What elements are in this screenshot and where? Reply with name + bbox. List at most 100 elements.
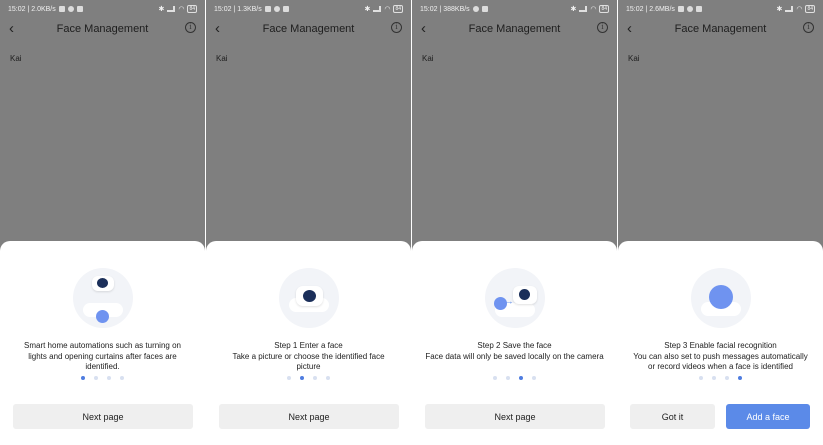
page-dot: [725, 376, 729, 380]
battery-icon: 84: [805, 5, 815, 13]
info-icon[interactable]: i: [185, 22, 196, 33]
page-dot-active: [81, 376, 85, 380]
alarm-icon: [677, 6, 684, 12]
instruction-text: Smart home automations such as turning o…: [10, 341, 195, 373]
camera-icon: [295, 286, 323, 306]
bluetooth-icon: ✱: [776, 6, 783, 13]
text-line: Step 2 Save the face: [477, 341, 552, 350]
status-time-speed: 15:02 | 2.6MB/s: [626, 5, 675, 13]
onboarding-sheet: Smart home automations such as turning o…: [0, 241, 205, 445]
camera-capture-illustration: [278, 268, 339, 328]
app-notification-icon: [472, 6, 479, 12]
screen-4: 15:02 | 2.6MB/s ✱ ◠ 84 ‹ Face Management i…: [618, 0, 823, 445]
camera-lens: [302, 290, 316, 302]
arrow-right-icon: →: [504, 296, 514, 306]
page-dot: [107, 376, 111, 380]
chevron-left-icon[interactable]: ‹: [627, 21, 632, 37]
instruction-text: Step 2 Save the face Face data will only…: [422, 341, 607, 362]
text-line: picture: [296, 362, 321, 371]
info-icon[interactable]: i: [597, 22, 608, 33]
text-line: lights and opening curtains after faces …: [28, 351, 177, 361]
page-dot: [712, 376, 716, 380]
page-indicator: [206, 376, 411, 380]
page-dot: [313, 376, 317, 380]
page-dot: [287, 376, 291, 380]
screen-2: 15:02 | 1.3KB/s ✱ ◠ 84 ‹ Face Management i…: [206, 0, 411, 445]
device-name: Kai: [628, 54, 640, 63]
page-dot: [120, 376, 124, 380]
text-line: Face data will only be saved locally on …: [425, 351, 604, 361]
screen-3: 15:02 | 388KB/s ✱ ◠ 84 ‹ Face Management i…: [412, 0, 617, 445]
page-indicator: [618, 376, 823, 380]
smiling-face-icon: [708, 285, 733, 309]
signal-icon: [373, 6, 382, 12]
info-icon[interactable]: i: [803, 22, 814, 33]
battery-icon: 84: [393, 5, 403, 13]
shield-icon: [481, 6, 488, 12]
device-name: Kai: [422, 54, 434, 63]
page-dot: [506, 376, 510, 380]
camera-with-face-illustration: [72, 268, 133, 328]
text-line: Take a picture or choose the identified …: [232, 351, 385, 361]
page-dot-active: [300, 376, 304, 380]
got-it-button[interactable]: Got it: [630, 404, 715, 429]
next-page-button[interactable]: Next page: [425, 404, 605, 429]
status-bar: 15:02 | 2.6MB/s ✱ ◠ 84: [618, 0, 823, 18]
app-notification-icon: [67, 6, 74, 12]
page-dot: [699, 376, 703, 380]
onboarding-sheet: → Step 2 Save the face Face data will on…: [412, 241, 617, 445]
wifi-icon: ◠: [384, 6, 391, 13]
camera-icon: [512, 286, 537, 304]
chevron-left-icon[interactable]: ‹: [9, 21, 14, 37]
alarm-icon: [264, 6, 271, 12]
status-bar: 15:02 | 1.3KB/s ✱ ◠ 84: [206, 0, 411, 18]
app-notification-icon: [273, 6, 280, 12]
camera-lens: [518, 289, 530, 300]
signal-icon: [167, 6, 176, 12]
text-line: You can also set to push messages automa…: [633, 351, 808, 361]
camera-lens: [96, 278, 108, 288]
next-page-button[interactable]: Next page: [219, 404, 399, 429]
bluetooth-icon: ✱: [570, 6, 577, 13]
page-dot: [326, 376, 330, 380]
page-title: Face Management: [674, 23, 767, 35]
onboarding-sheet: Step 3 Enable facial recognition You can…: [618, 241, 823, 445]
app-notification-icon: [686, 6, 693, 12]
smiling-face-icon: [95, 310, 109, 323]
face-to-camera-illustration: →: [484, 268, 545, 328]
add-face-button[interactable]: Add a face: [726, 404, 810, 429]
page-dot: [94, 376, 98, 380]
bluetooth-icon: ✱: [158, 6, 165, 13]
page-dot-active: [519, 376, 523, 380]
text-line: Step 1 Enter a face: [274, 341, 343, 350]
wifi-icon: ◠: [178, 6, 185, 13]
text-line: identified.: [85, 362, 120, 371]
chevron-left-icon[interactable]: ‹: [215, 21, 220, 37]
page-dot: [493, 376, 497, 380]
battery-icon: 84: [599, 5, 609, 13]
face-recognition-illustration: [690, 268, 751, 328]
text-line: or record videos when a face is identifi…: [648, 362, 793, 371]
text-line: Smart home automations such as turning o…: [24, 341, 181, 350]
app-header: ‹ Face Management i: [618, 18, 823, 40]
onboarding-sheet: Step 1 Enter a face Take a picture or ch…: [206, 241, 411, 445]
signal-icon: [785, 6, 794, 12]
wifi-icon: ◠: [796, 6, 803, 13]
page-indicator: [0, 376, 205, 380]
app-header: ‹ Face Management i: [0, 18, 205, 40]
status-time-speed: 15:02 | 1.3KB/s: [214, 5, 262, 13]
page-title: Face Management: [468, 23, 561, 35]
info-icon[interactable]: i: [391, 22, 402, 33]
signal-icon: [579, 6, 588, 12]
app-header: ‹ Face Management i: [206, 18, 411, 40]
chevron-left-icon[interactable]: ‹: [421, 21, 426, 37]
next-page-button[interactable]: Next page: [13, 404, 193, 429]
shield-icon: [76, 6, 83, 12]
status-time-speed: 15:02 | 388KB/s: [420, 5, 470, 13]
status-time-speed: 15:02 | 2.0KB/s: [8, 5, 56, 13]
page-title: Face Management: [56, 23, 149, 35]
bluetooth-icon: ✱: [364, 6, 371, 13]
wifi-icon: ◠: [590, 6, 597, 13]
instruction-text: Step 1 Enter a face Take a picture or ch…: [216, 341, 401, 373]
page-dot: [532, 376, 536, 380]
